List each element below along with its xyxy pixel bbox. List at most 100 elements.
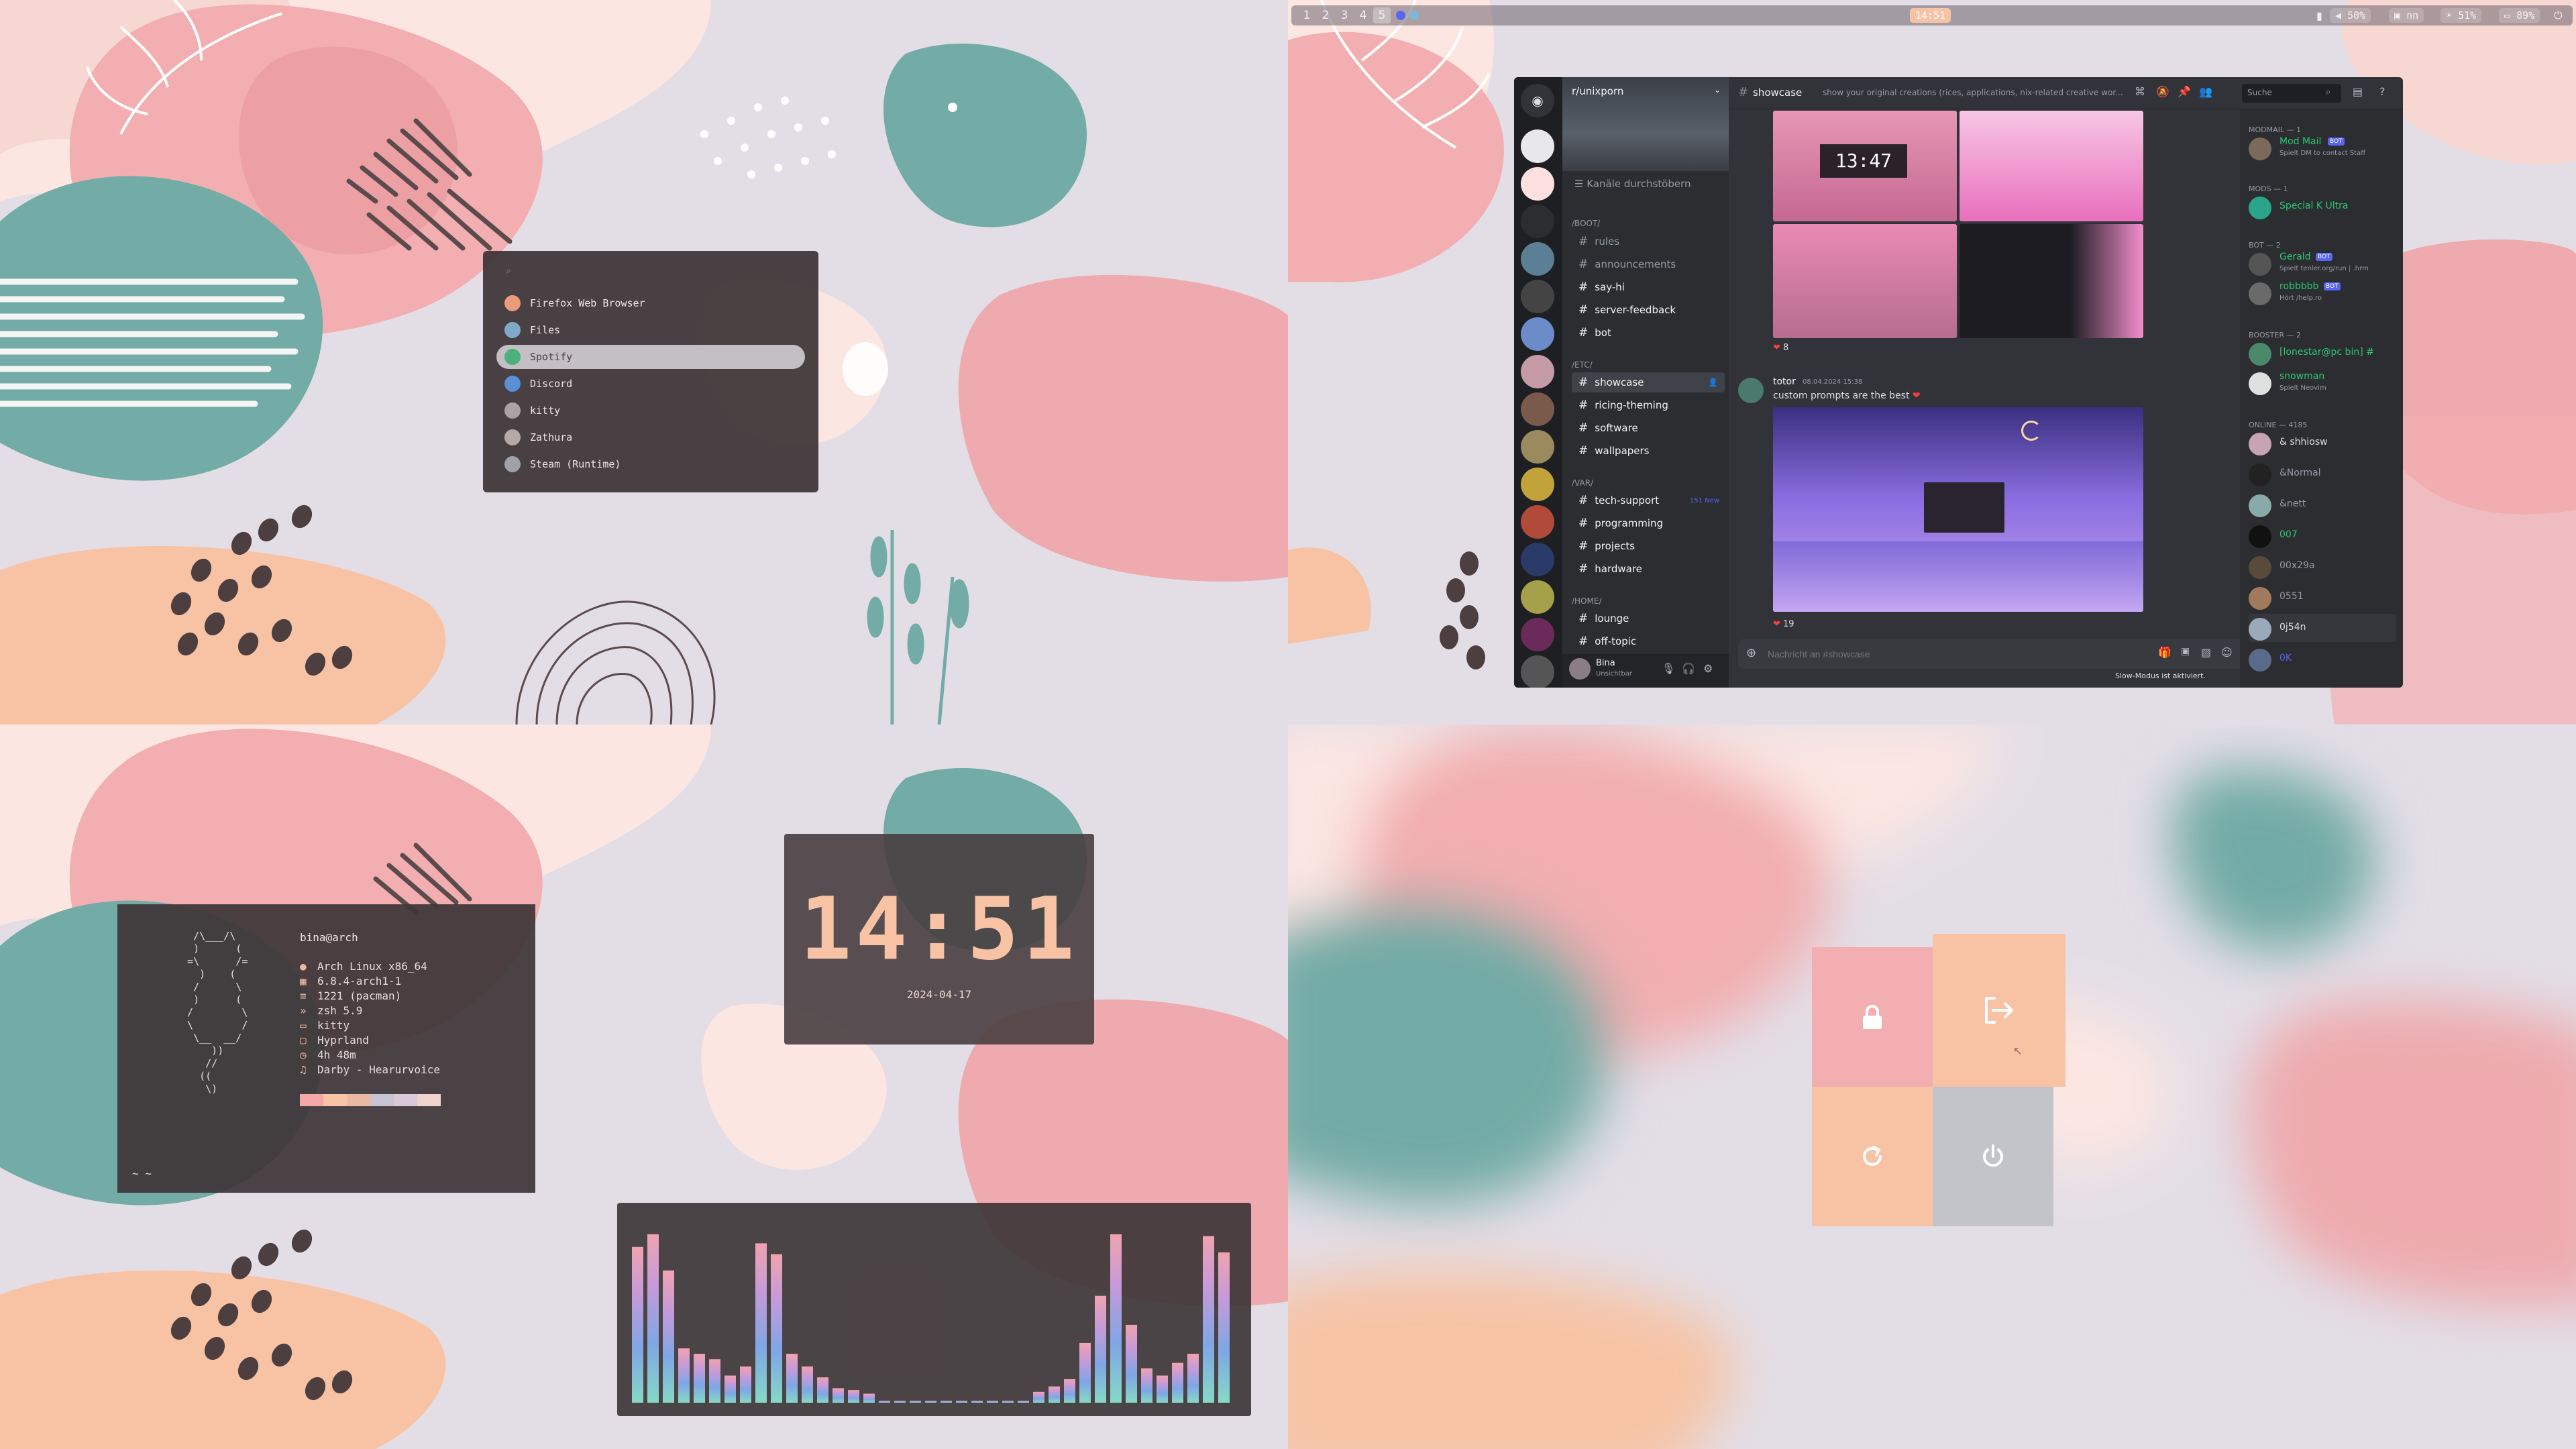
channel-rules[interactable]: # rules (1572, 231, 1725, 252)
member-gerald[interactable]: Gerald BOT Spielt tenler.org/run | .hrm (2249, 249, 2396, 277)
message-author[interactable]: totor (1773, 376, 1796, 387)
channel-say-hi[interactable]: # say-hi (1572, 277, 1725, 297)
workspace-2[interactable]: 2 (1317, 7, 1334, 23)
showcase-image-3[interactable] (1773, 224, 1957, 338)
category-boot[interactable]: /BOOT/ (1572, 219, 1600, 228)
battery-indicator[interactable]: ▭ 89% (2499, 8, 2540, 23)
category-home[interactable]: /HOME/ (1572, 596, 1602, 606)
member-list-icon[interactable]: 👥 (2199, 85, 2212, 98)
microphone-icon[interactable]: 🎙 (1662, 662, 1675, 675)
volume-indicator[interactable]: ◀ 50% (2330, 8, 2371, 23)
member-online[interactable]: 007 (2249, 521, 2396, 549)
sticker-icon[interactable]: ▧ (2201, 646, 2211, 659)
logout-button[interactable]: ↖ (1933, 934, 2065, 1087)
power-menu-icon[interactable]: ⏻ (2554, 9, 2563, 22)
showcase-image-5[interactable] (1773, 407, 2143, 612)
message-composer[interactable]: ⊕ 🎁 ▣ ▧ ☺ (1738, 639, 2244, 669)
member-online[interactable]: 00x29a (2249, 552, 2396, 580)
threads-icon[interactable]: ⌘ (2135, 85, 2145, 98)
channel-projects[interactable]: # projects (1572, 536, 1725, 556)
channel-bot[interactable]: # bot (1572, 323, 1725, 343)
notification-bell-icon[interactable]: 🔕 (2156, 85, 2169, 98)
browser-tray-icon[interactable] (1409, 11, 1419, 20)
channel-server-feedback[interactable]: # server-feedback (1572, 300, 1725, 320)
chevron-down-icon[interactable]: ⌄ (1714, 85, 1721, 95)
avatar[interactable] (1569, 658, 1591, 680)
channel-announcements[interactable]: # announcements (1572, 254, 1725, 274)
reaction-heart[interactable]: ❤ 8 (1773, 343, 1788, 353)
server-icon[interactable] (1521, 242, 1554, 276)
showcase-image-2[interactable] (1960, 111, 2143, 221)
message-input[interactable] (1768, 646, 2103, 662)
member-mod-mail[interactable]: Mod Mail BOT Spielt DM to contact Staff (2249, 133, 2396, 162)
shell-prompt[interactable]: ~ ~ (132, 1167, 152, 1180)
member-online[interactable]: 0K (2249, 645, 2396, 673)
launcher-search-input[interactable] (521, 262, 802, 280)
discord-home-icon[interactable]: ◉ (1521, 84, 1554, 117)
gif-icon[interactable]: ▣ (2181, 646, 2190, 657)
channel-software[interactable]: # software (1572, 418, 1725, 438)
emoji-icon[interactable]: ☺ (2221, 646, 2233, 659)
showcase-image-4[interactable] (1960, 224, 2143, 338)
category-var[interactable]: /VAR/ (1572, 478, 1593, 488)
server-icon[interactable] (1521, 430, 1554, 464)
server-icon[interactable] (1521, 205, 1554, 238)
channel-showcase[interactable]: # showcase 👤 (1572, 372, 1725, 392)
lock-button[interactable] (1812, 947, 1933, 1087)
headphones-icon[interactable]: 🎧 (1682, 662, 1695, 675)
channel-programming[interactable]: # programming (1572, 513, 1725, 533)
member-snowman[interactable]: snowman Spielt Neovim (2249, 368, 2396, 396)
server-icon[interactable] (1521, 280, 1554, 313)
server-icon[interactable] (1521, 392, 1554, 426)
member-online[interactable]: &nett (2249, 490, 2396, 519)
channel-topic[interactable]: show your original creations (rices, app… (1823, 88, 2138, 97)
gift-icon[interactable]: 🎁 (2158, 646, 2171, 659)
member-special-k-ultra[interactable]: Special K Ultra (2249, 193, 2396, 221)
server-icon[interactable] (1521, 355, 1554, 388)
brightness-indicator[interactable]: ☀ 51% (2440, 8, 2482, 23)
bar-clock[interactable]: 14:51 (1910, 8, 1951, 23)
avatar[interactable] (1738, 378, 1764, 403)
reboot-button[interactable] (1812, 1087, 1933, 1226)
server-icon[interactable] (1521, 505, 1554, 539)
member-lonestar[interactable]: [lonestar@pc bin] # (2249, 339, 2396, 367)
discord-tray-icon[interactable] (1396, 11, 1405, 20)
launcher-item-firefox[interactable]: Firefox Web Browser (496, 291, 805, 315)
member-robbbbb[interactable]: robbbbb BOT Hört /help.ro (2249, 278, 2396, 307)
server-icon[interactable] (1521, 655, 1554, 688)
launcher-item-kitty[interactable]: kitty (496, 398, 805, 423)
category-etc[interactable]: /ETC/ (1572, 360, 1593, 370)
member-online[interactable]: 0j54n (2249, 614, 2396, 642)
shutdown-button[interactable] (1933, 1087, 2053, 1226)
server-icon[interactable] (1521, 580, 1554, 614)
channel-tech-support[interactable]: # tech-support 151 New (1572, 490, 1725, 511)
server-icon[interactable] (1521, 543, 1554, 576)
launcher-item-zathura[interactable]: Zathura (496, 425, 805, 449)
terminal-fetch[interactable]: /\___/\ ) ( =\ /= ) ( / \ ) ( / \ \ / \_… (117, 904, 535, 1193)
channel-ricing-theming[interactable]: # ricing-theming (1572, 395, 1725, 415)
launcher-item-discord[interactable]: Discord (496, 372, 805, 396)
server-icon[interactable] (1521, 317, 1554, 351)
network-indicator[interactable]: ▣ nn (2389, 8, 2424, 23)
member-online[interactable]: &Normal (2249, 460, 2396, 488)
server-name[interactable]: r/unixporn (1572, 85, 1623, 97)
channel-lounge[interactable]: # lounge (1572, 608, 1725, 629)
pin-icon[interactable]: 📌 (2178, 85, 2191, 98)
member-online[interactable]: 0551 (2249, 583, 2396, 611)
settings-gear-icon[interactable]: ⚙ (1703, 662, 1713, 675)
server-icon[interactable] (1521, 129, 1554, 163)
browse-channels[interactable]: ☰ Kanäle durchstöbern (1574, 178, 1691, 190)
launcher-item-steam[interactable]: Steam (Runtime) (496, 452, 805, 476)
channel-hardware[interactable]: # hardware (1572, 559, 1725, 579)
server-icon[interactable] (1521, 618, 1554, 651)
server-icon[interactable] (1521, 167, 1554, 201)
inbox-icon[interactable]: ▤ (2353, 85, 2363, 98)
workspace-4[interactable]: 4 (1354, 7, 1372, 23)
showcase-image-1[interactable]: 13:47 (1773, 111, 1957, 221)
launcher-item-files[interactable]: Files (496, 318, 805, 342)
help-icon[interactable]: ? (2379, 85, 2385, 98)
member-online[interactable]: & shhiosw (2249, 429, 2396, 457)
add-attachment-icon[interactable]: ⊕ (1746, 646, 1756, 660)
channel-off-topic[interactable]: # off-topic (1572, 631, 1725, 651)
workspace-3[interactable]: 3 (1336, 7, 1353, 23)
